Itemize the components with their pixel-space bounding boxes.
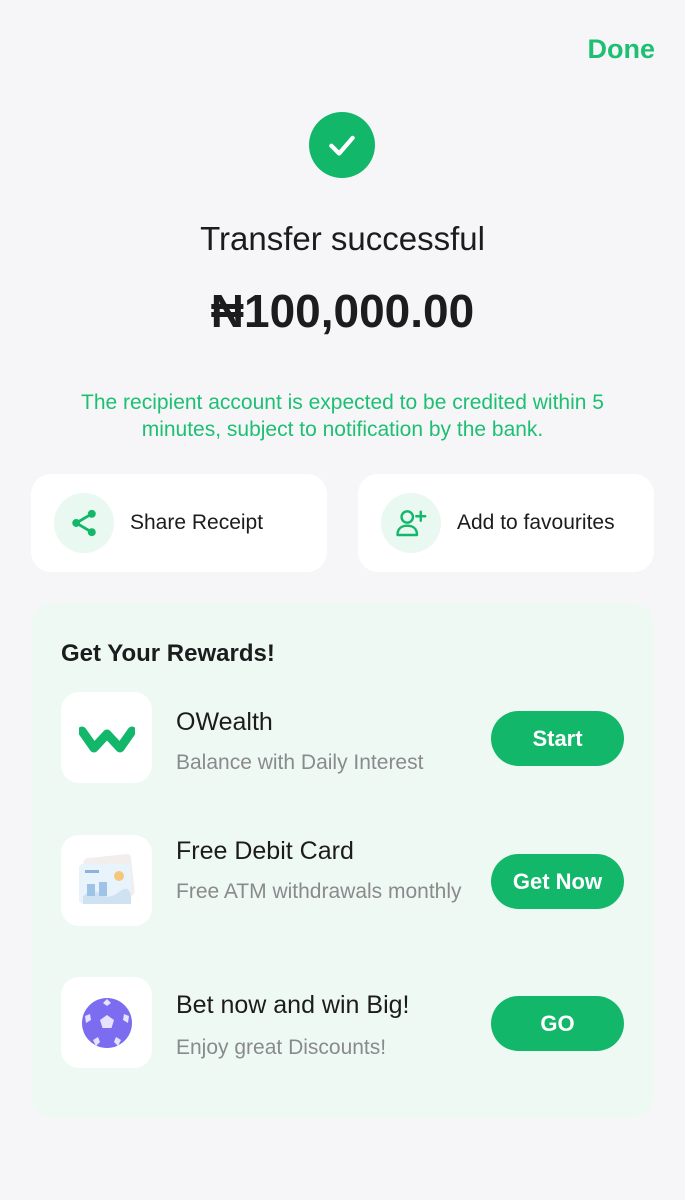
reward-name: Bet now and win Big! — [176, 991, 410, 1019]
reward-description: Enjoy great Discounts! — [176, 1036, 387, 1059]
status-title: Transfer successful — [200, 220, 485, 257]
done-button[interactable]: Done — [588, 34, 656, 65]
share-receipt-button[interactable]: Share Receipt — [31, 474, 327, 572]
share-icon — [54, 493, 114, 553]
reward-item-bet: Bet now and win Big! Enjoy great Discoun… — [31, 977, 654, 1069]
add-user-icon — [381, 493, 441, 553]
owealth-logo — [61, 692, 152, 783]
reward-name: Free Debit Card — [176, 837, 354, 865]
reward-name: OWealth — [176, 708, 273, 736]
rewards-panel: Get Your Rewards! OWealth Balance with D… — [31, 602, 654, 1118]
checkmark-icon — [309, 112, 375, 178]
add-to-favourites-label: Add to favourites — [457, 511, 615, 534]
rewards-title: Get Your Rewards! — [61, 640, 275, 667]
go-button[interactable]: GO — [491, 996, 624, 1051]
reward-item-debit-card: Free Debit Card Free ATM withdrawals mon… — [31, 835, 654, 927]
reward-description: Balance with Daily Interest — [176, 751, 424, 774]
debit-card-icon — [61, 835, 152, 926]
credit-notice: The recipient account is expected to be … — [81, 391, 604, 441]
get-now-button[interactable]: Get Now — [491, 854, 624, 909]
reward-item-owealth: OWealth Balance with Daily Interest Star… — [31, 692, 654, 784]
transfer-success-screen: Done Transfer successful ₦100,000.00 The… — [0, 0, 685, 1200]
share-receipt-label: Share Receipt — [130, 511, 264, 534]
add-to-favourites-button[interactable]: Add to favourites — [358, 474, 654, 572]
start-button[interactable]: Start — [491, 711, 624, 766]
transfer-amount: ₦100,000.00 — [210, 285, 475, 337]
reward-description: Free ATM withdrawals monthly — [176, 880, 462, 903]
football-icon — [61, 977, 152, 1068]
